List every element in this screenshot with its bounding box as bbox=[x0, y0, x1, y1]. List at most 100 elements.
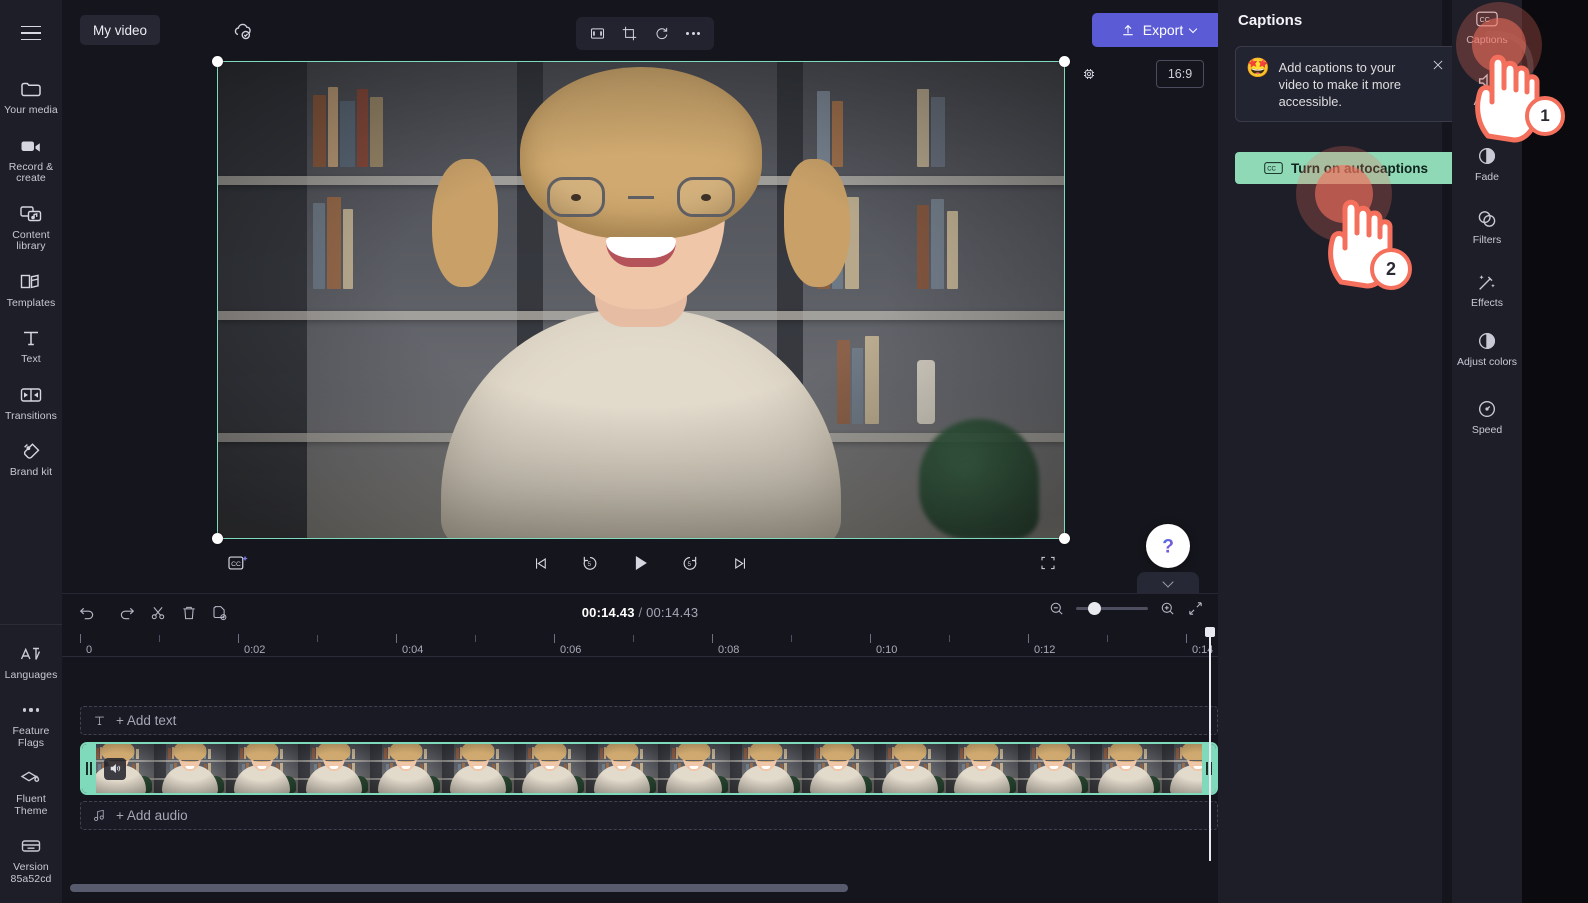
right-item-label: Audio bbox=[1473, 96, 1501, 108]
hamburger-icon[interactable] bbox=[14, 16, 48, 50]
timeline-zoom-controls bbox=[1048, 600, 1204, 617]
right-item-speed[interactable]: Speed bbox=[1452, 398, 1522, 437]
right-sidebar: CC Captions Audio Fade Filters Effects A… bbox=[1452, 0, 1522, 903]
ruler-label: 0:12 bbox=[1034, 644, 1056, 656]
sidebar-item-label: Feature Flags bbox=[12, 725, 50, 749]
duplicate-icon[interactable] bbox=[207, 600, 233, 626]
left-sidebar-items: Your media Record & create Content libra… bbox=[0, 68, 62, 487]
right-item-label: Fade bbox=[1475, 171, 1499, 183]
sidebar-item-version[interactable]: Version 85a52cd bbox=[0, 825, 62, 893]
right-item-label: Speed bbox=[1471, 424, 1503, 436]
cc-add-icon[interactable]: CC bbox=[226, 548, 260, 578]
sidebar-item-fluent-theme[interactable]: Fluent Theme bbox=[0, 757, 62, 825]
transitions-icon bbox=[19, 383, 43, 407]
sidebar-item-label: Version 85a52cd bbox=[10, 861, 52, 885]
sidebar-item-record-create[interactable]: Record & create bbox=[0, 125, 62, 193]
sidebar-item-label: Languages bbox=[4, 668, 58, 681]
timeline-toolbar: 00:14.43 / 00:14.43 bbox=[62, 594, 1218, 631]
more-options-icon[interactable] bbox=[678, 20, 708, 48]
add-text-track[interactable]: + Add text bbox=[80, 706, 1218, 735]
undo-icon[interactable] bbox=[74, 600, 100, 626]
cloud-saved-icon[interactable] bbox=[231, 19, 255, 43]
right-item-captions[interactable]: CC Captions bbox=[1452, 8, 1522, 47]
fullscreen-icon[interactable] bbox=[1033, 548, 1063, 578]
scissors-icon[interactable] bbox=[145, 600, 171, 626]
text-T-icon bbox=[19, 326, 43, 350]
fit-frame-icon[interactable] bbox=[582, 20, 612, 48]
sidebar-item-text[interactable]: Text bbox=[0, 317, 62, 374]
trash-icon[interactable] bbox=[176, 600, 202, 626]
zoom-out-icon[interactable] bbox=[1048, 600, 1065, 617]
clip-thumbnails bbox=[82, 744, 1216, 793]
zoom-slider-handle[interactable] bbox=[1088, 601, 1101, 615]
sidebar-item-languages[interactable]: Languages bbox=[0, 633, 62, 690]
captions-tip-card: 🤩 Add captions to your video to make it … bbox=[1235, 46, 1457, 122]
sidebar-item-brand-kit[interactable]: Brand kit bbox=[0, 430, 62, 487]
sidebar-item-label: Templates bbox=[6, 296, 56, 309]
redo-icon[interactable] bbox=[114, 600, 140, 626]
playhead-handle[interactable] bbox=[1205, 627, 1215, 637]
chip-settings-icon[interactable] bbox=[1076, 61, 1102, 87]
help-button[interactable]: ? bbox=[1146, 524, 1190, 568]
left-sidebar-bottom: Languages Feature Flags Fluent Theme Ver… bbox=[0, 623, 62, 903]
star-struck-emoji-icon: 🤩 bbox=[1246, 58, 1270, 79]
languages-icon bbox=[19, 642, 43, 666]
speaker-icon[interactable] bbox=[104, 757, 126, 780]
resize-handle-top-left[interactable] bbox=[212, 56, 223, 67]
forward-5-icon[interactable]: 5 bbox=[675, 548, 705, 578]
skip-to-end-icon[interactable] bbox=[725, 548, 755, 578]
svg-text:CC: CC bbox=[1480, 16, 1490, 24]
content-library-icon bbox=[19, 202, 43, 226]
crop-icon[interactable] bbox=[614, 20, 644, 48]
video-clip[interactable] bbox=[80, 742, 1218, 795]
collapse-timeline-button[interactable] bbox=[1137, 572, 1199, 594]
fit-timeline-icon[interactable] bbox=[1187, 600, 1204, 617]
export-button[interactable]: Export bbox=[1092, 13, 1224, 47]
sidebar-item-label: Transitions bbox=[4, 409, 58, 422]
sidebar-item-label: Fluent Theme bbox=[14, 793, 48, 817]
playhead[interactable] bbox=[1209, 631, 1211, 861]
zoom-slider[interactable] bbox=[1076, 601, 1148, 615]
adjust-colors-icon bbox=[1476, 330, 1498, 352]
player-controls: CC 5 5 bbox=[62, 542, 1218, 590]
right-item-label: Effects bbox=[1471, 297, 1503, 309]
timeline-ruler[interactable]: 0 0:02 0:04 0:06 0:08 0:10 0:12 0:14 bbox=[62, 631, 1218, 657]
aspect-ratio-button[interactable]: 16:9 bbox=[1156, 60, 1204, 88]
svg-text:5: 5 bbox=[588, 561, 592, 568]
sidebar-item-your-media[interactable]: Your media bbox=[0, 68, 62, 125]
sidebar-item-content-library[interactable]: Content library bbox=[0, 193, 62, 261]
fade-icon bbox=[1476, 145, 1498, 167]
right-item-effects[interactable]: Effects bbox=[1452, 271, 1522, 310]
chevron-down-icon bbox=[1188, 24, 1198, 33]
sidebar-item-transitions[interactable]: Transitions bbox=[0, 374, 62, 431]
left-sidebar: Your media Record & create Content libra… bbox=[0, 0, 62, 903]
play-button[interactable] bbox=[625, 548, 655, 578]
cc-icon: CC bbox=[1476, 8, 1498, 30]
right-item-adjust-colors[interactable]: Adjust colors bbox=[1452, 330, 1522, 369]
sidebar-item-label: Text bbox=[21, 353, 41, 365]
project-name-field[interactable]: My video bbox=[80, 15, 161, 45]
video-preview[interactable] bbox=[217, 61, 1065, 539]
add-audio-track[interactable]: + Add audio bbox=[80, 801, 1218, 830]
turn-on-autocaptions-button[interactable]: CC Turn on autocaptions bbox=[1235, 152, 1457, 184]
svg-text:5: 5 bbox=[688, 561, 692, 568]
time-separator: / bbox=[638, 605, 643, 620]
resize-handle-top-right[interactable] bbox=[1059, 56, 1070, 67]
right-item-fade[interactable]: Fade bbox=[1452, 145, 1522, 184]
skip-to-start-icon[interactable] bbox=[525, 548, 555, 578]
sidebar-item-feature-flags[interactable]: Feature Flags bbox=[0, 689, 62, 757]
rotate-icon[interactable] bbox=[646, 20, 676, 48]
rewind-5-icon[interactable]: 5 bbox=[575, 548, 605, 578]
sidebar-item-templates[interactable]: Templates bbox=[0, 261, 62, 318]
right-item-filters[interactable]: Filters bbox=[1452, 208, 1522, 247]
add-text-label: + Add text bbox=[116, 713, 177, 728]
zoom-in-icon[interactable] bbox=[1159, 600, 1176, 617]
timeline-horizontal-scrollbar[interactable] bbox=[70, 884, 848, 892]
captions-tip-text: Add captions to your video to make it mo… bbox=[1278, 60, 1402, 109]
close-icon[interactable] bbox=[1428, 55, 1448, 75]
chevron-down-icon bbox=[1162, 576, 1174, 588]
top-toolbar: My video Export bbox=[62, 0, 1224, 60]
right-item-audio[interactable]: Audio bbox=[1452, 70, 1522, 109]
clip-trim-handle-left[interactable] bbox=[82, 744, 96, 793]
transport-controls: 5 5 bbox=[525, 548, 755, 578]
